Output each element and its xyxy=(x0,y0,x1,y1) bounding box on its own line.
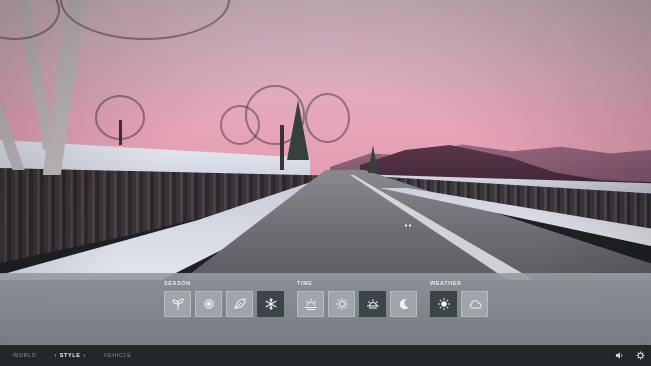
season-autumn-button[interactable] xyxy=(226,291,253,317)
sun-icon xyxy=(335,298,348,310)
style-options-panel: SEASON TIME WEATHER xyxy=(0,273,651,345)
moon-icon xyxy=(399,299,409,310)
time-group: TIME xyxy=(297,280,417,317)
gear-icon[interactable] xyxy=(636,351,645,360)
snowflake-icon xyxy=(265,298,276,310)
tab-style-label: STYLE xyxy=(59,352,81,359)
weather-label: WEATHER xyxy=(430,281,462,287)
tab-style[interactable]: ‹ STYLE › xyxy=(54,345,85,366)
weather-group: WEATHER xyxy=(430,280,488,317)
sunrise-icon xyxy=(304,299,317,310)
chevron-left-icon[interactable]: ‹ xyxy=(54,353,56,359)
tab-world-label: WORLD xyxy=(13,352,37,359)
weather-cloudy-button[interactable] xyxy=(461,291,488,317)
bottom-nav-bar: WORLD ‹ STYLE › VEHICLE xyxy=(0,345,651,366)
loading-dots xyxy=(404,224,412,227)
time-night-button[interactable] xyxy=(390,291,417,317)
time-evening-button[interactable] xyxy=(359,291,386,317)
tab-world[interactable]: WORLD xyxy=(13,345,36,366)
season-spring-button[interactable] xyxy=(164,291,191,317)
season-summer-button[interactable] xyxy=(195,291,222,317)
sprout-icon xyxy=(171,298,184,310)
speaker-icon[interactable] xyxy=(615,351,624,360)
time-label: TIME xyxy=(297,281,313,287)
chevron-right-icon[interactable]: › xyxy=(83,353,85,359)
tab-vehicle[interactable]: VEHICLE xyxy=(104,345,132,366)
tab-vehicle-label: VEHICLE xyxy=(103,352,132,359)
time-noon-button[interactable] xyxy=(328,291,355,317)
sun-icon xyxy=(437,298,450,310)
season-group: SEASON xyxy=(164,280,284,317)
season-winter-button[interactable] xyxy=(257,291,284,317)
season-label: SEASON xyxy=(164,281,191,287)
time-morning-button[interactable] xyxy=(297,291,324,317)
leaf-icon xyxy=(233,298,246,310)
weather-clear-button[interactable] xyxy=(430,291,457,317)
sunset-icon xyxy=(366,299,379,309)
sun-icon xyxy=(203,299,214,309)
cloud-icon xyxy=(469,300,482,309)
